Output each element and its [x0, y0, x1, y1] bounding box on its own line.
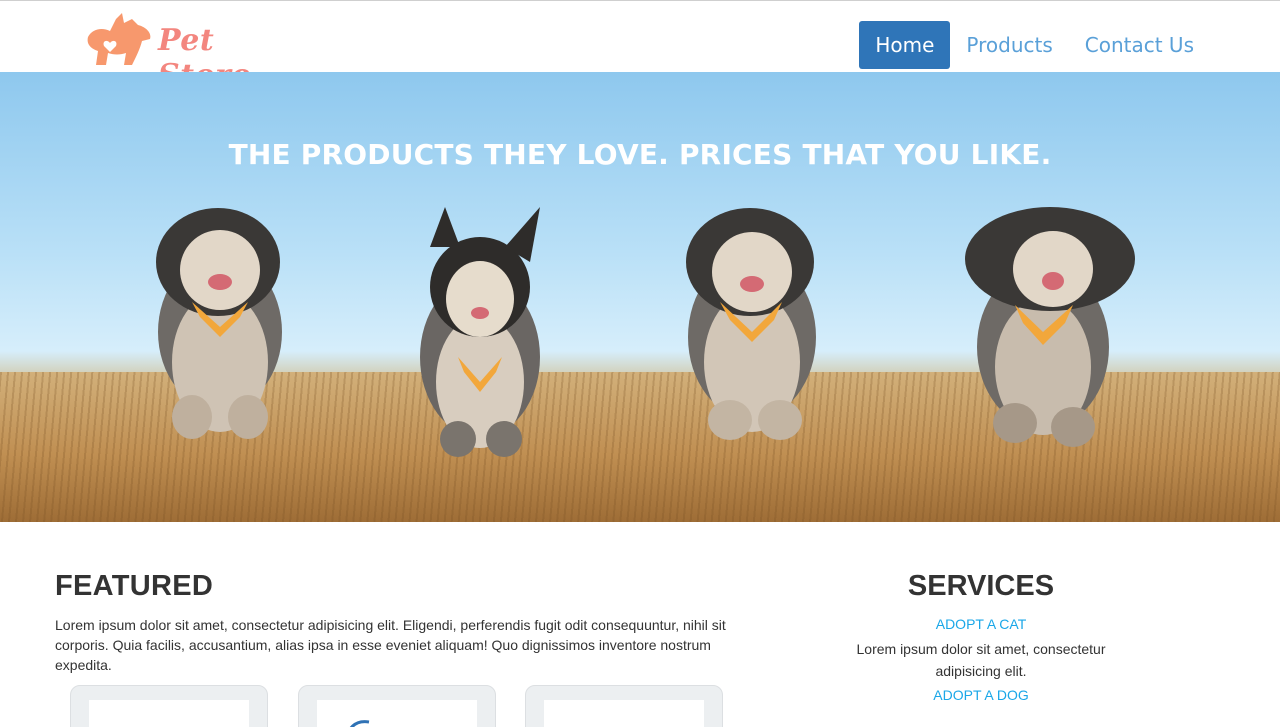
hero-banner: THE PRODUCTS THEY LOVE. PRICES THAT YOU … [0, 72, 1280, 522]
product-thumbnail [317, 700, 477, 727]
adopt-cat-link[interactable]: ADOPT A CAT [830, 616, 1132, 632]
services-heading: SERVICES [907, 570, 1055, 602]
hero-dog-image [670, 192, 830, 442]
adopt-cat-description: Lorem ipsum dolor sit amet, consectetur … [856, 641, 1106, 679]
featured-products [70, 685, 730, 727]
hero-dog-image [400, 207, 560, 457]
product-card[interactable] [298, 685, 496, 727]
product-image [544, 700, 704, 727]
hero-dog-image [955, 187, 1140, 447]
dog-heart-logo-icon [87, 13, 151, 65]
featured-heading: FEATURED [55, 570, 214, 602]
featured-section: FEATURED Lorem ipsum dolor sit amet, con… [55, 570, 755, 675]
hero-dog-image [140, 192, 300, 442]
hero-title: THE PRODUCTS THEY LOVE. PRICES THAT YOU … [228, 138, 1052, 171]
main-nav: Home Products Contact Us [859, 21, 1210, 69]
product-thumbnail [89, 700, 249, 727]
brand-logo-link[interactable]: Pet Store [80, 9, 295, 93]
featured-description: Lorem ipsum dolor sit amet, consectetur … [55, 617, 726, 673]
product-card[interactable] [70, 685, 268, 727]
nav-item-products[interactable]: Products [950, 21, 1068, 69]
nav-item-contact-us[interactable]: Contact Us [1069, 21, 1210, 69]
product-thumbnail [544, 700, 704, 727]
nav-item-home[interactable]: Home [859, 21, 951, 69]
navbar: Pet Store Home Products Contact Us [0, 1, 1280, 93]
services-section: SERVICES ADOPT A CAT Lorem ipsum dolor s… [830, 570, 1132, 703]
adopt-dog-link[interactable]: ADOPT A DOG [830, 687, 1132, 703]
leash-icon [349, 720, 370, 727]
product-card[interactable] [525, 685, 723, 727]
